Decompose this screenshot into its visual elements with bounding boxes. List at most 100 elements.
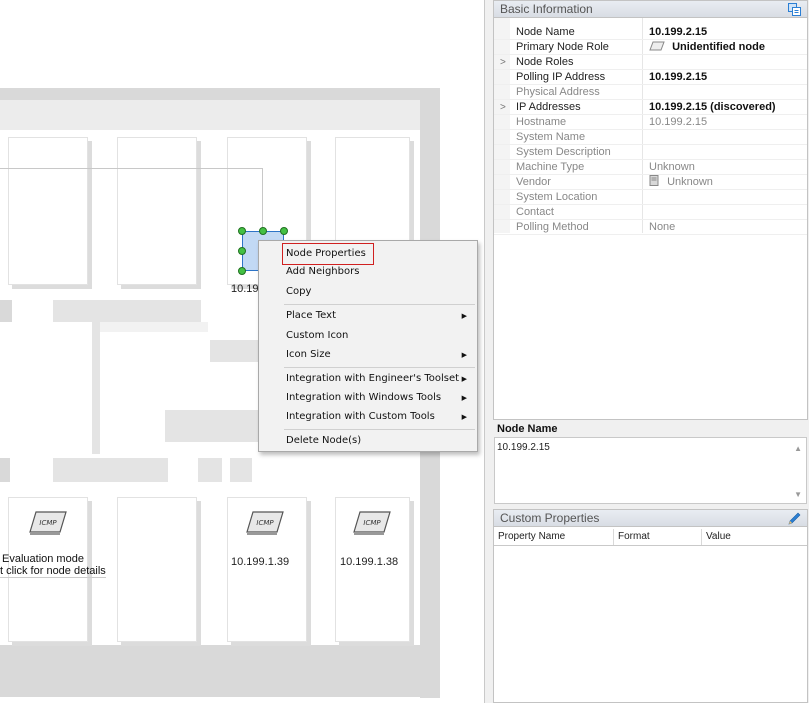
prop-row-contact[interactable]: Contact xyxy=(494,205,807,220)
column-header-format[interactable]: Format xyxy=(614,529,702,545)
menu-separator xyxy=(284,429,475,430)
prop-name: Physical Address xyxy=(516,86,600,98)
map-block xyxy=(0,300,12,322)
menu-item-place-text[interactable]: Place Text ▶ xyxy=(286,306,473,326)
prop-row-polling-method[interactable]: Polling Method None xyxy=(494,220,807,235)
description-title: Node Name xyxy=(497,423,558,435)
node-role-value: Unidentified node xyxy=(649,40,765,55)
map-block xyxy=(53,458,168,482)
expand-icon[interactable]: > xyxy=(500,100,506,115)
node-label-selected[interactable]: 10.19 xyxy=(231,283,259,295)
vendor-icon xyxy=(649,175,659,186)
map-block xyxy=(92,322,100,454)
prop-row-vendor[interactable]: Vendor Unknown xyxy=(494,175,807,190)
map-block xyxy=(53,300,201,322)
prop-name: Vendor xyxy=(516,176,551,188)
menu-item-label: Add Neighbors xyxy=(286,266,360,277)
menu-item-label: Place Text xyxy=(286,310,336,321)
submenu-arrow-icon: ▶ xyxy=(461,375,467,383)
submenu-arrow-icon: ▶ xyxy=(461,312,467,320)
prop-row-node-name[interactable]: Node Name 10.199.2.15 xyxy=(494,25,807,40)
network-link xyxy=(262,168,263,231)
menu-item-copy[interactable]: Copy xyxy=(286,282,473,302)
prop-row-system-name[interactable]: System Name xyxy=(494,130,807,145)
icmp-icon-text: ICMP xyxy=(363,519,381,527)
menu-item-label: Node Properties xyxy=(286,248,366,259)
prop-row-polling-ip[interactable]: Polling IP Address 10.199.2.15 xyxy=(494,70,807,85)
prop-value: Unknown xyxy=(667,176,713,188)
map-block xyxy=(117,137,197,285)
menu-item-label: Delete Node(s) xyxy=(286,435,362,446)
evaluation-mode-hint: t click for node details xyxy=(0,565,106,577)
menu-item-label: Icon Size xyxy=(286,349,331,360)
resize-handle[interactable] xyxy=(238,227,246,235)
resize-handle[interactable] xyxy=(238,267,246,275)
custom-properties-section: Custom Properties Property Name Format V… xyxy=(493,509,808,703)
icmp-icon-text: ICMP xyxy=(256,519,274,527)
prop-row-primary-node-role[interactable]: Primary Node Role Unidentified node xyxy=(494,40,807,55)
menu-item-custom-icon[interactable]: Custom Icon xyxy=(286,326,473,346)
map-frame-bottom xyxy=(0,645,440,697)
prop-name: Polling IP Address xyxy=(516,71,606,83)
prop-row-machine-type[interactable]: Machine Type Unknown xyxy=(494,160,807,175)
icmp-node-icon[interactable]: ICMP xyxy=(28,508,68,538)
resize-handle[interactable] xyxy=(259,227,267,235)
description-box[interactable]: 10.199.2.15 ▲ ▼ xyxy=(494,437,807,504)
menu-item-label: Copy xyxy=(286,286,312,297)
prop-row-hostname[interactable]: Hostname 10.199.2.15 xyxy=(494,115,807,130)
map-block xyxy=(100,322,208,332)
prop-name: Primary Node Role xyxy=(516,41,609,53)
scroll-up-icon[interactable]: ▲ xyxy=(794,444,802,453)
prop-row-physical-address[interactable]: Physical Address xyxy=(494,85,807,100)
node-label[interactable]: 10.199.1.38 xyxy=(340,556,398,568)
resize-handle[interactable] xyxy=(280,227,288,235)
edit-pencil-icon[interactable] xyxy=(788,512,801,525)
menu-item-delete-nodes[interactable]: Delete Node(s) xyxy=(286,431,473,451)
copy-properties-icon[interactable] xyxy=(788,3,801,16)
menu-item-label: Integration with Windows Tools xyxy=(286,392,442,403)
submenu-arrow-icon: ▶ xyxy=(461,413,467,421)
prop-name: Polling Method xyxy=(516,221,589,233)
prop-row-node-roles[interactable]: > Node Roles xyxy=(494,55,807,70)
menu-item-custom-tools[interactable]: Integration with Custom Tools ▶ xyxy=(286,407,473,427)
column-header-value[interactable]: Value xyxy=(702,529,807,545)
prop-name: Contact xyxy=(516,206,554,218)
menu-item-engineers-toolset[interactable]: Integration with Engineer's Toolset ▶ xyxy=(286,369,473,389)
map-block xyxy=(210,340,260,362)
prop-name: Node Roles xyxy=(516,56,574,68)
menu-item-node-properties[interactable]: Node Properties xyxy=(282,243,374,265)
map-block xyxy=(0,458,10,482)
menu-item-add-neighbors[interactable]: Add Neighbors xyxy=(286,262,473,282)
prop-row-ip-addresses[interactable]: > IP Addresses 10.199.2.15 (discovered) xyxy=(494,100,807,115)
map-block xyxy=(8,137,88,285)
icmp-node-icon[interactable]: ICMP xyxy=(245,508,285,538)
submenu-arrow-icon: ▶ xyxy=(461,394,467,402)
expand-icon[interactable]: > xyxy=(500,55,506,70)
prop-value: None xyxy=(649,221,676,233)
prop-row-system-description[interactable]: System Description xyxy=(494,145,807,160)
prop-name: Machine Type xyxy=(516,161,585,173)
menu-item-icon-size[interactable]: Icon Size ▶ xyxy=(286,345,473,365)
column-header-property-name[interactable]: Property Name xyxy=(494,529,614,545)
scroll-down-icon[interactable]: ▼ xyxy=(794,490,802,499)
menu-item-windows-tools[interactable]: Integration with Windows Tools ▶ xyxy=(286,388,473,408)
prop-value: 10.199.2.15 xyxy=(649,71,708,83)
custom-properties-header[interactable]: Custom Properties xyxy=(494,510,807,527)
prop-row-system-location[interactable]: System Location xyxy=(494,190,807,205)
icmp-node-icon[interactable]: ICMP xyxy=(352,508,392,538)
custom-properties-column-headers: Property Name Format Value xyxy=(494,529,807,546)
map-block xyxy=(230,458,252,482)
menu-separator xyxy=(284,367,475,368)
prop-value: 10.199.2.15 xyxy=(649,26,708,38)
resize-handle[interactable] xyxy=(238,247,246,255)
network-link xyxy=(0,168,262,169)
vendor-value: Unknown xyxy=(649,175,713,190)
menu-separator xyxy=(284,304,475,305)
basic-information-header[interactable]: Basic Information xyxy=(494,1,807,18)
menu-item-label: Custom Icon xyxy=(286,330,349,341)
map-frame-top-inner xyxy=(0,100,420,130)
basic-information-section: Basic Information Node Name 10.199.2.15 … xyxy=(493,0,808,420)
node-role-icon xyxy=(649,41,665,51)
node-label[interactable]: 10.199.1.39 xyxy=(231,556,289,568)
prop-value: Unidentified node xyxy=(672,41,765,53)
